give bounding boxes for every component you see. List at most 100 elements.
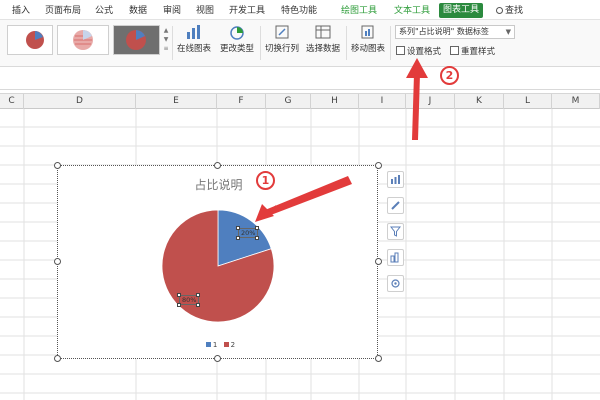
reset-style-label: 重置样式 bbox=[461, 47, 496, 57]
legend-label-2: 2 bbox=[230, 341, 236, 349]
move-chart-label: 移动图表 bbox=[350, 44, 385, 54]
legend-swatch-1 bbox=[205, 342, 211, 347]
chart-style-button[interactable] bbox=[387, 197, 404, 214]
reset-style-button[interactable]: 重置样式 bbox=[450, 46, 495, 58]
set-format-button[interactable]: 设置格式 bbox=[396, 46, 441, 58]
ribbon-tab-bar: 插入 页面布局 公式 数据 审阅 视图 开发工具 特色功能 绘图工具 文本工具 … bbox=[0, 0, 600, 20]
gallery-more-icon[interactable]: ≡ bbox=[162, 44, 170, 53]
chart-style-thumb-1[interactable] bbox=[7, 25, 53, 55]
column-header-c[interactable]: C bbox=[0, 94, 24, 109]
separator bbox=[260, 26, 261, 60]
tab-view[interactable]: 视图 bbox=[196, 4, 214, 18]
chart-settings-icon bbox=[391, 279, 400, 288]
chart-filter-icon bbox=[390, 226, 401, 237]
switch-row-col-label: 切换行列 bbox=[264, 44, 299, 54]
chevron-down-icon: ▼ bbox=[505, 28, 511, 36]
column-header-k[interactable]: K bbox=[455, 94, 504, 109]
series-select-value: 系列"占比说明" 数据标签 bbox=[399, 27, 489, 36]
resize-handle-sw[interactable] bbox=[54, 355, 61, 362]
select-data-label: 选择数据 bbox=[305, 44, 340, 54]
tab-review[interactable]: 审阅 bbox=[163, 4, 181, 18]
label-handle[interactable] bbox=[177, 293, 181, 297]
pie-chart-object[interactable]: 占比说明 20% 80% 1 2 bbox=[57, 165, 378, 359]
separator bbox=[172, 26, 173, 60]
format-icon bbox=[396, 46, 405, 55]
ribbon-toolbar: ▲ ▼ ≡ 在线图表 更改类型 切换行列 选择数据 移动图表 系列"占比说明" … bbox=[0, 20, 600, 67]
tab-page-layout[interactable]: 页面布局 bbox=[45, 4, 81, 18]
resize-handle-ne[interactable] bbox=[375, 162, 382, 169]
set-format-label: 设置格式 bbox=[407, 47, 442, 57]
resize-handle-w[interactable] bbox=[54, 258, 61, 265]
pie-plot[interactable] bbox=[58, 166, 379, 360]
move-chart-icon bbox=[361, 25, 374, 39]
switch-row-col-icon bbox=[275, 25, 289, 39]
tab-formula[interactable]: 公式 bbox=[95, 4, 113, 18]
chart-legend[interactable]: 1 2 bbox=[58, 341, 379, 349]
column-header-m[interactable]: M bbox=[552, 94, 600, 109]
separator bbox=[390, 26, 391, 60]
reset-style-icon bbox=[450, 46, 459, 55]
tab-developer[interactable]: 开发工具 bbox=[229, 4, 265, 18]
column-header-f[interactable]: F bbox=[217, 94, 266, 109]
gallery-scroll[interactable]: ▲ ▼ ≡ bbox=[162, 26, 170, 56]
chart-elements-icon bbox=[391, 175, 400, 184]
tab-drawing-tools[interactable]: 绘图工具 bbox=[341, 4, 377, 18]
online-chart-button[interactable]: 在线图表 bbox=[175, 23, 213, 65]
chart-style-thumb-3[interactable] bbox=[113, 25, 160, 55]
search-tab[interactable]: 查找 bbox=[496, 4, 523, 18]
chart-layout-button[interactable] bbox=[387, 249, 404, 266]
tab-data[interactable]: 数据 bbox=[129, 4, 147, 18]
chart-settings-button[interactable] bbox=[387, 275, 404, 292]
select-data-icon bbox=[315, 25, 331, 39]
legend-swatch-2 bbox=[223, 342, 229, 347]
column-header-e[interactable]: E bbox=[136, 94, 217, 109]
annotation-badge-2: 2 bbox=[440, 66, 459, 85]
chart-elements-button[interactable] bbox=[387, 171, 404, 188]
chart-layout-icon bbox=[390, 252, 399, 263]
column-header-i[interactable]: I bbox=[359, 94, 406, 109]
column-header-h[interactable]: H bbox=[311, 94, 359, 109]
legend-label-1: 1 bbox=[212, 341, 218, 349]
column-header-l[interactable]: L bbox=[504, 94, 552, 109]
label-handle[interactable] bbox=[236, 226, 240, 230]
label-handle[interactable] bbox=[236, 236, 240, 240]
chart-style-thumb-2[interactable] bbox=[57, 25, 109, 55]
label-handle[interactable] bbox=[196, 293, 200, 297]
move-chart-button[interactable]: 移动图表 bbox=[350, 23, 386, 65]
switch-row-col-button[interactable]: 切换行列 bbox=[264, 23, 300, 65]
tab-insert[interactable]: 插入 bbox=[12, 4, 30, 18]
label-handle[interactable] bbox=[196, 303, 200, 307]
change-type-icon bbox=[230, 26, 244, 40]
resize-handle-se[interactable] bbox=[375, 355, 382, 362]
online-chart-label: 在线图表 bbox=[176, 44, 211, 54]
change-type-button[interactable]: 更改类型 bbox=[219, 23, 255, 65]
label-handle[interactable] bbox=[255, 236, 259, 240]
column-header-row: C D E F G H I J K L M bbox=[0, 93, 600, 109]
change-type-label: 更改类型 bbox=[219, 44, 254, 54]
chart-style-icon bbox=[391, 201, 400, 210]
tab-chart-tools[interactable]: 图表工具 bbox=[439, 3, 484, 18]
formula-bar[interactable] bbox=[0, 68, 600, 90]
resize-handle-s[interactable] bbox=[214, 355, 221, 362]
column-header-g[interactable]: G bbox=[266, 94, 311, 109]
online-chart-icon bbox=[187, 25, 200, 39]
chevron-down-icon[interactable]: ▼ bbox=[162, 35, 170, 44]
chevron-up-icon[interactable]: ▲ bbox=[162, 26, 170, 35]
series-element-select[interactable]: 系列"占比说明" 数据标签 ▼ bbox=[395, 25, 515, 39]
annotation-badge-1: 1 bbox=[256, 171, 275, 190]
column-header-j[interactable]: J bbox=[406, 94, 455, 109]
label-handle[interactable] bbox=[177, 303, 181, 307]
column-header-d[interactable]: D bbox=[24, 94, 136, 109]
label-handle[interactable] bbox=[255, 226, 259, 230]
chart-filter-button[interactable] bbox=[387, 223, 404, 240]
search-icon bbox=[496, 7, 503, 14]
tab-special[interactable]: 特色功能 bbox=[281, 4, 317, 18]
resize-handle-e[interactable] bbox=[375, 258, 382, 265]
separator bbox=[346, 26, 347, 60]
tab-text-tools[interactable]: 文本工具 bbox=[394, 4, 430, 18]
spreadsheet-window: 插入 页面布局 公式 数据 审阅 视图 开发工具 特色功能 绘图工具 文本工具 … bbox=[0, 0, 600, 400]
select-data-button[interactable]: 选择数据 bbox=[305, 23, 341, 65]
resize-handle-n[interactable] bbox=[214, 162, 221, 169]
search-label: 查找 bbox=[505, 6, 524, 16]
resize-handle-nw[interactable] bbox=[54, 162, 61, 169]
